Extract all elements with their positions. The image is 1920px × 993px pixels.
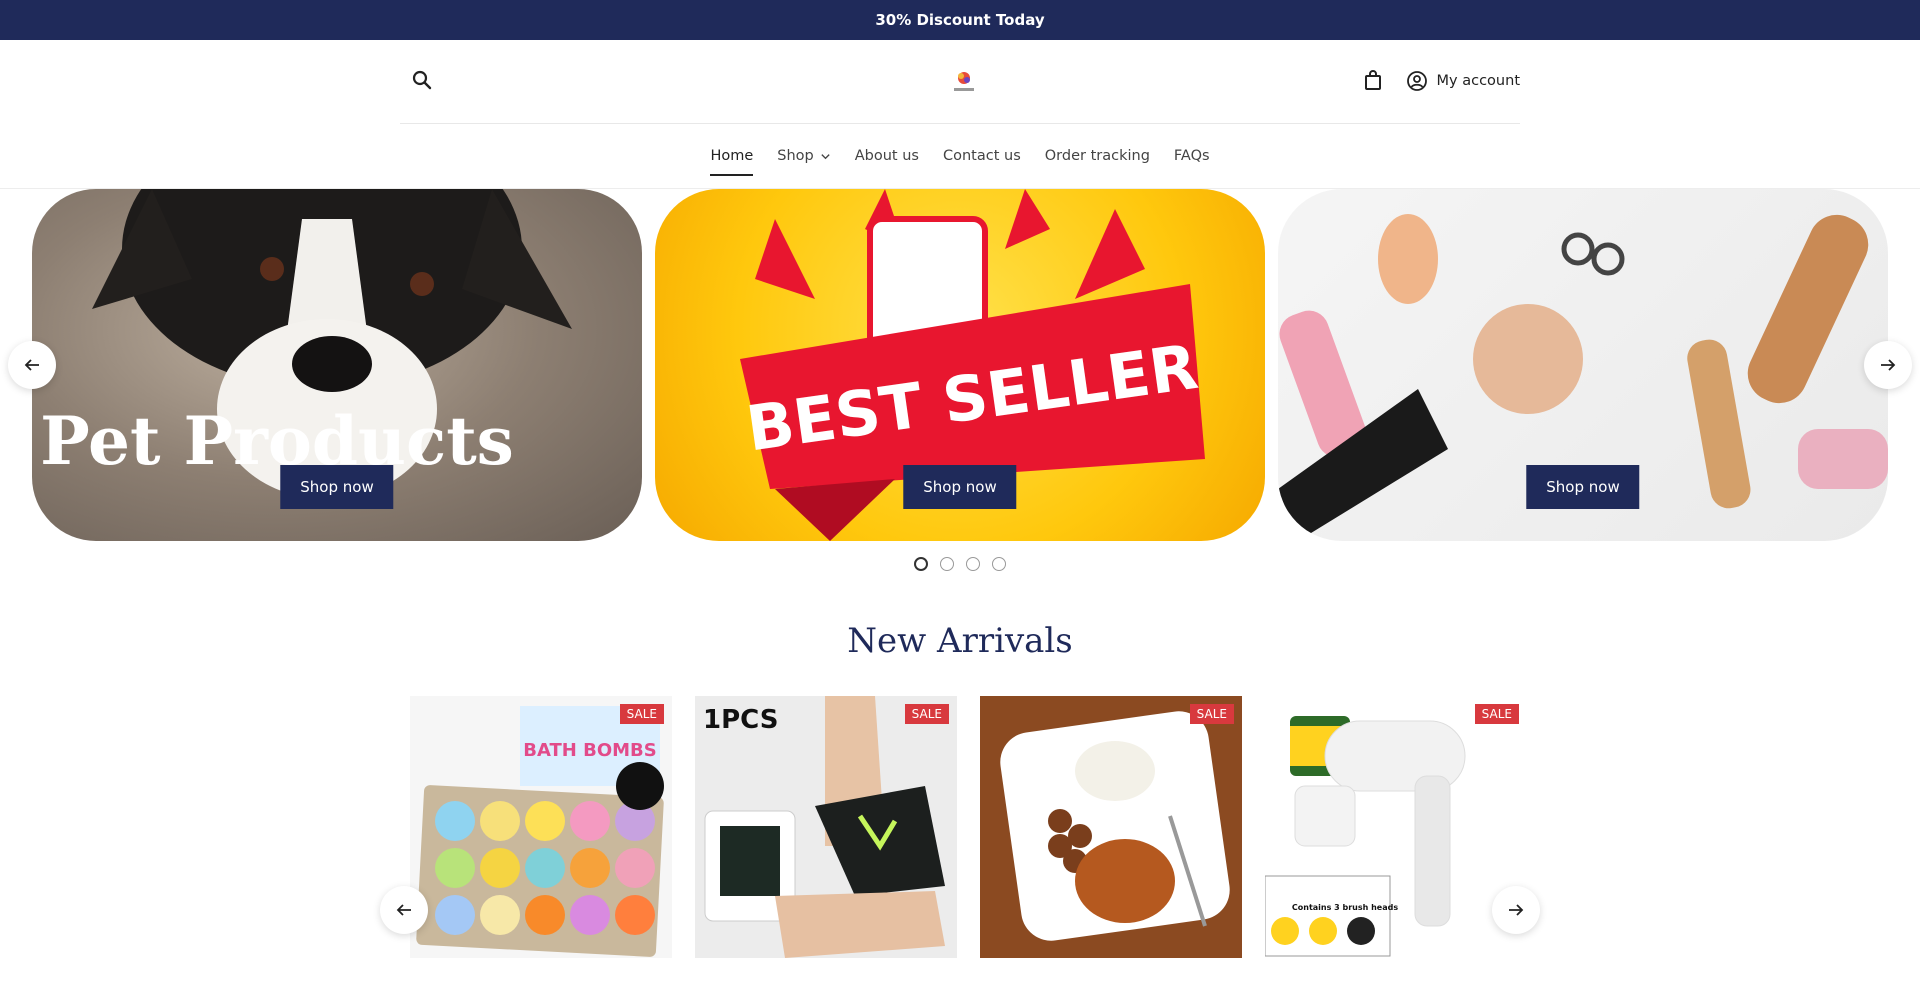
nav-item-contact-us[interactable]: Contact us [943,142,1021,170]
shopping-bag-icon[interactable] [1361,68,1387,94]
slide-heading: Pet Products [40,402,514,480]
product-image: 1PCS [703,696,945,958]
products-next-button[interactable] [1492,886,1540,934]
nav-item-about-us[interactable]: About us [855,142,919,170]
shop-now-button[interactable]: Shop now [1526,465,1640,509]
site-header: My account [400,40,1520,124]
shop-now-button[interactable]: Shop now [280,465,394,509]
arrow-left-icon [24,359,39,371]
main-nav: Home Shop About us Contact us Order trac… [0,124,1920,189]
slide-dot[interactable] [992,557,1006,571]
arrow-right-icon [1881,359,1896,371]
slide-best-seller[interactable]: BEST SELLER Shop now [655,189,1265,541]
product-image: Contains 3 brush heads [1265,716,1466,957]
announcement-text: 30% Discount Today [875,11,1045,29]
nav-item-home[interactable]: Home [710,142,753,176]
slideshow-next-button[interactable] [1864,341,1912,389]
slide-dot[interactable] [940,557,954,571]
chevron-down-icon [821,153,830,159]
slide-pet-products[interactable]: Pet Products Shop now [32,189,642,541]
product-card[interactable]: BATH BOMBS SALE [410,696,672,958]
sale-badge: SALE [619,704,664,724]
store-logo[interactable] [950,68,978,96]
arrow-right-icon [1509,904,1524,916]
search-icon[interactable] [410,68,438,96]
svg-text:1PCS: 1PCS [703,705,778,735]
svg-text:Contains 3 brush heads: Contains 3 brush heads [1292,903,1398,912]
slideshow-dots [0,557,1920,571]
slideshow-prev-button[interactable] [8,341,56,389]
section-title-new-arrivals: New Arrivals [847,621,1073,661]
shop-now-button[interactable]: Shop now [903,465,1017,509]
product-image [1000,711,1230,941]
sale-badge: SALE [1474,704,1519,724]
sale-badge: SALE [904,704,949,724]
products-prev-button[interactable] [380,886,428,934]
product-image: BATH BOMBS [416,706,664,957]
product-card[interactable]: Contains 3 brush heads SALE [1265,696,1527,958]
product-carousel: BATH BOMBS SALE 1PCS SALE SALE Contains … [380,696,1540,966]
slide-dot[interactable] [966,557,980,571]
account-icon [1406,71,1427,91]
slide-hair-tools[interactable]: Shop now [1278,189,1888,541]
arrow-left-icon [396,904,411,916]
announcement-bar: 30% Discount Today [0,0,1920,40]
nav-item-faqs[interactable]: FAQs [1174,142,1210,170]
account-link[interactable]: My account [1405,69,1520,93]
account-label: My account [1436,73,1520,89]
nav-item-shop[interactable]: Shop [777,142,830,170]
nav-item-order-tracking[interactable]: Order tracking [1045,142,1150,170]
hero-slideshow: Pet Products Shop now BEST SELLER Shop n… [0,189,1920,549]
slide-dot[interactable] [914,557,928,571]
svg-text:BATH BOMBS: BATH BOMBS [523,740,656,761]
product-card[interactable]: SALE [980,696,1242,958]
product-card[interactable]: 1PCS SALE [695,696,957,958]
sale-badge: SALE [1189,704,1234,724]
